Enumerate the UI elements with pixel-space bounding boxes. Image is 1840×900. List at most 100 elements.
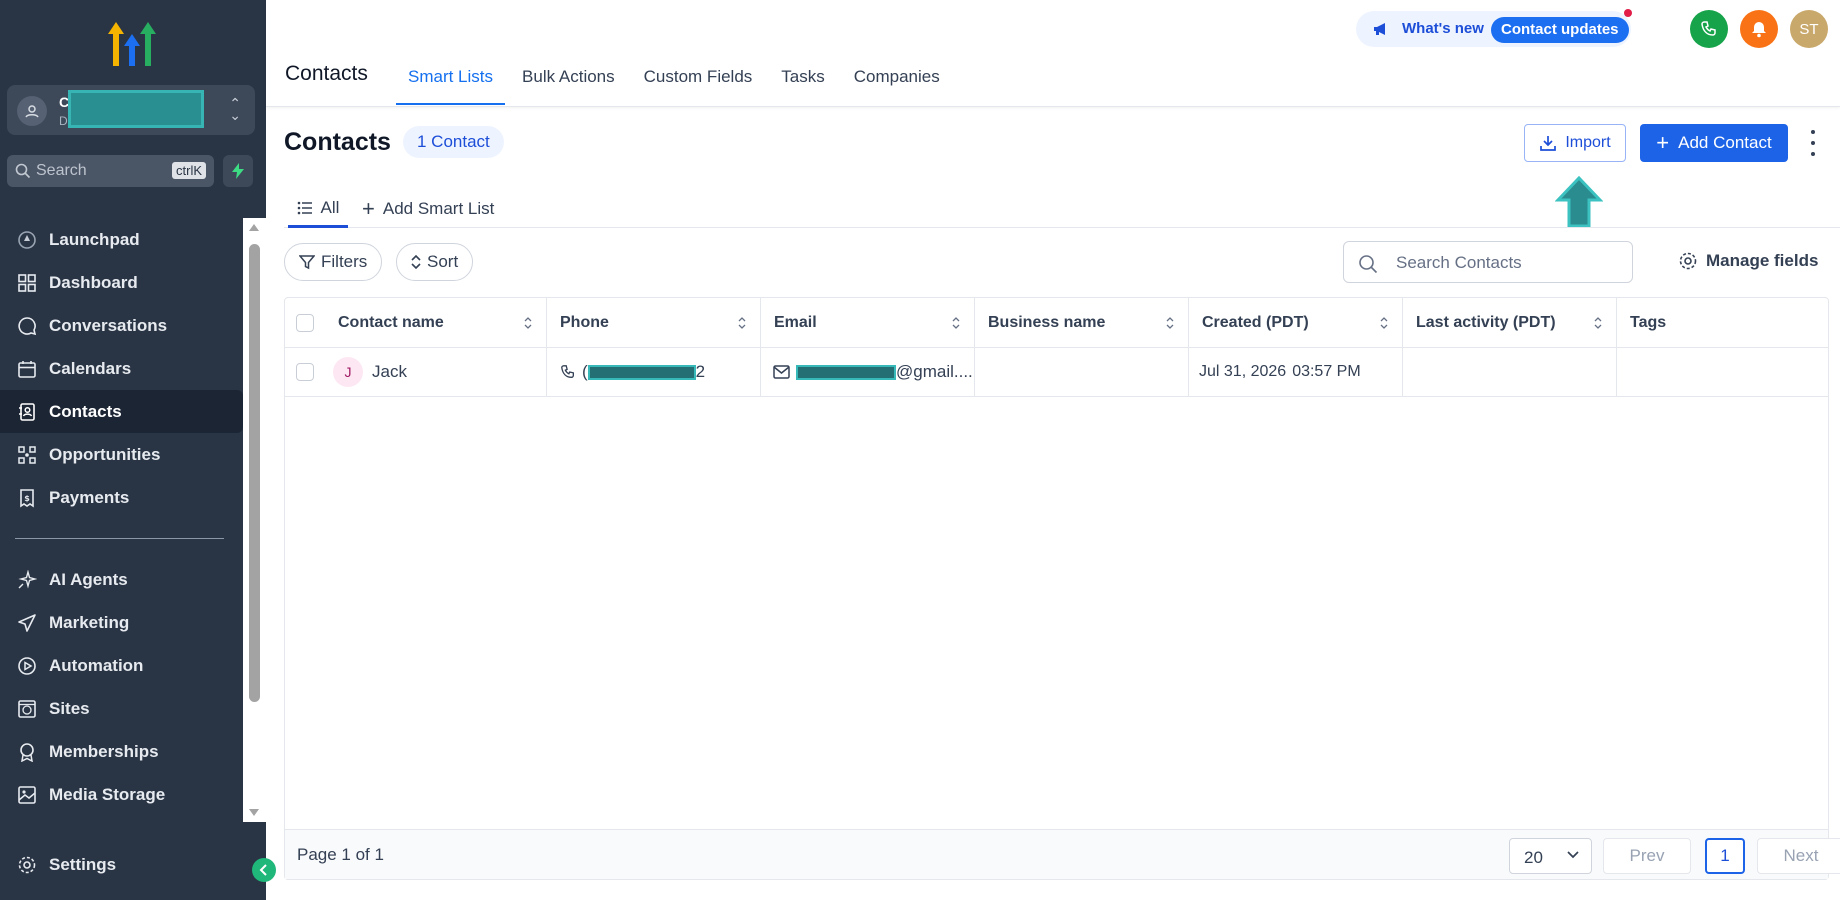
smart-list-tabs: All + Add Smart List: [284, 190, 1840, 228]
add-contact-button[interactable]: + Add Contact: [1640, 124, 1788, 162]
contact-updates-button[interactable]: Contact updates: [1491, 17, 1629, 43]
sidebar-search[interactable]: Search ctrlK: [7, 155, 214, 187]
sidebar-item-launchpad[interactable]: Launchpad: [0, 218, 243, 261]
prev-page-button[interactable]: Prev: [1603, 838, 1691, 874]
sidebar-item-payments[interactable]: $ Payments: [0, 476, 243, 519]
sidebar-item-label: Launchpad: [49, 229, 140, 249]
sort-icon: [524, 317, 532, 329]
sidebar-item-opportunities[interactable]: Opportunities: [0, 433, 243, 476]
column-created[interactable]: Created (PDT): [1189, 298, 1403, 347]
cell-email[interactable]: @gmail....: [761, 348, 975, 396]
column-label: Business name: [988, 313, 1106, 331]
sidebar-nav: Launchpad Dashboard Conversations Calend…: [0, 218, 243, 519]
filters-label: Filters: [321, 252, 368, 271]
next-page-button[interactable]: Next: [1757, 838, 1840, 874]
tab-smart-lists[interactable]: Smart Lists: [396, 55, 506, 105]
sidebar-item-label: Marketing: [49, 612, 130, 632]
cell-last-activity: [1403, 348, 1617, 396]
notifications-button[interactable]: [1740, 10, 1778, 48]
sidebar-item-label: Settings: [49, 855, 117, 874]
lightning-icon: [232, 163, 244, 179]
sort-button[interactable]: Sort: [396, 243, 474, 281]
sidebar-scrollbar[interactable]: [243, 218, 266, 822]
chevron-down-icon: [1567, 851, 1579, 859]
created-time: 03:57 PM: [1292, 363, 1361, 380]
sidebar-item-label: Payments: [49, 487, 130, 507]
plus-icon: +: [362, 196, 375, 221]
manage-fields-label: Manage fields: [1706, 251, 1819, 270]
phone-button[interactable]: [1690, 10, 1728, 48]
sidebar-item-label: Opportunities: [49, 444, 161, 464]
sidebar-search-placeholder: Search: [36, 162, 87, 179]
smart-list-all-label: All: [320, 197, 340, 217]
tab-tasks[interactable]: Tasks: [769, 55, 836, 105]
sidebar-item-sites[interactable]: Sites: [0, 687, 243, 730]
scroll-down-arrow-icon[interactable]: [249, 809, 259, 816]
tab-companies[interactable]: Companies: [842, 55, 952, 105]
table-row[interactable]: J Jack ( 2 @gmail.... Jul 31, 2026 03:57…: [285, 348, 1828, 397]
search-shortcut: ctrlK: [172, 162, 206, 179]
sidebar-item-ai-agents[interactable]: AI Agents: [0, 558, 243, 601]
phone-icon: [561, 365, 574, 379]
email-suffix: @gmail....: [896, 362, 973, 381]
select-all-checkbox[interactable]: [296, 313, 314, 332]
account-switcher[interactable]: C D ⌃ ⌄: [7, 85, 255, 135]
scroll-up-arrow-icon[interactable]: [249, 224, 259, 231]
sidebar-item-dashboard[interactable]: Dashboard: [0, 261, 243, 304]
chat-icon: [16, 315, 38, 337]
sidebar-item-label: Media Storage: [49, 784, 166, 804]
user-avatar[interactable]: ST: [1790, 10, 1828, 48]
row-select-cell: [285, 348, 325, 396]
more-options-icon[interactable]: [1809, 130, 1817, 156]
column-business-name[interactable]: Business name: [975, 298, 1189, 347]
download-icon: [1540, 136, 1557, 151]
tab-bulk-actions[interactable]: Bulk Actions: [510, 55, 627, 105]
sidebar-item-contacts[interactable]: Contacts: [0, 390, 243, 433]
megaphone-icon: [1374, 23, 1385, 35]
current-page-button[interactable]: 1: [1705, 838, 1745, 874]
import-button[interactable]: Import: [1524, 124, 1626, 162]
notification-dot: [1624, 9, 1632, 17]
table-footer: Page 1 of 1 20 Prev 1 Next: [285, 829, 1840, 879]
payments-icon: $: [16, 487, 38, 509]
search-contacts-input[interactable]: Search Contacts: [1343, 241, 1633, 283]
globe-icon: [16, 698, 38, 720]
sidebar-nav-secondary: AI Agents Marketing Automation Sites Mem…: [0, 558, 243, 816]
cell-contact-name[interactable]: J Jack: [325, 348, 547, 396]
sidebar-item-label: Contacts: [49, 401, 122, 421]
contacts-heading: Contacts: [284, 128, 391, 156]
sidebar-item-media-storage[interactable]: Media Storage: [0, 773, 243, 816]
cell-phone[interactable]: ( 2: [547, 348, 761, 396]
per-page-select[interactable]: 20: [1509, 838, 1592, 874]
sidebar-item-settings[interactable]: Settings: [16, 854, 116, 876]
sidebar-item-memberships[interactable]: Memberships: [0, 730, 243, 773]
scrollbar-thumb[interactable]: [249, 244, 260, 702]
whats-new-label: What's new: [1402, 20, 1484, 37]
tab-custom-fields[interactable]: Custom Fields: [632, 55, 765, 105]
column-last-activity[interactable]: Last activity (PDT): [1403, 298, 1617, 347]
filters-button[interactable]: Filters: [284, 243, 383, 281]
manage-fields-button[interactable]: Manage fields: [1678, 251, 1818, 271]
sort-icon: [952, 317, 960, 329]
search-icon: [15, 163, 31, 179]
sidebar-item-marketing[interactable]: Marketing: [0, 601, 243, 644]
filter-icon: [299, 255, 315, 270]
smart-list-all-tab[interactable]: All: [288, 190, 348, 228]
sort-icon: [1380, 317, 1388, 329]
mail-icon: [773, 365, 790, 379]
sidebar-item-conversations[interactable]: Conversations: [0, 304, 243, 347]
column-phone[interactable]: Phone: [547, 298, 761, 347]
sidebar-item-automation[interactable]: Automation: [0, 644, 243, 687]
sparkle-icon: [16, 569, 38, 591]
dashboard-icon: [16, 272, 38, 294]
column-tags[interactable]: Tags: [1617, 298, 1828, 347]
top-bar: Contacts Smart Lists Bulk Actions Custom…: [266, 0, 1840, 107]
row-checkbox[interactable]: [296, 363, 314, 381]
column-contact-name[interactable]: Contact name: [325, 298, 547, 347]
app-logo[interactable]: [104, 16, 162, 68]
quick-actions-button[interactable]: [223, 155, 253, 187]
add-smart-list-button[interactable]: + Add Smart List: [362, 190, 494, 228]
sidebar-item-calendars[interactable]: Calendars: [0, 347, 243, 390]
column-email[interactable]: Email: [761, 298, 975, 347]
contact-name[interactable]: Jack: [372, 362, 407, 382]
